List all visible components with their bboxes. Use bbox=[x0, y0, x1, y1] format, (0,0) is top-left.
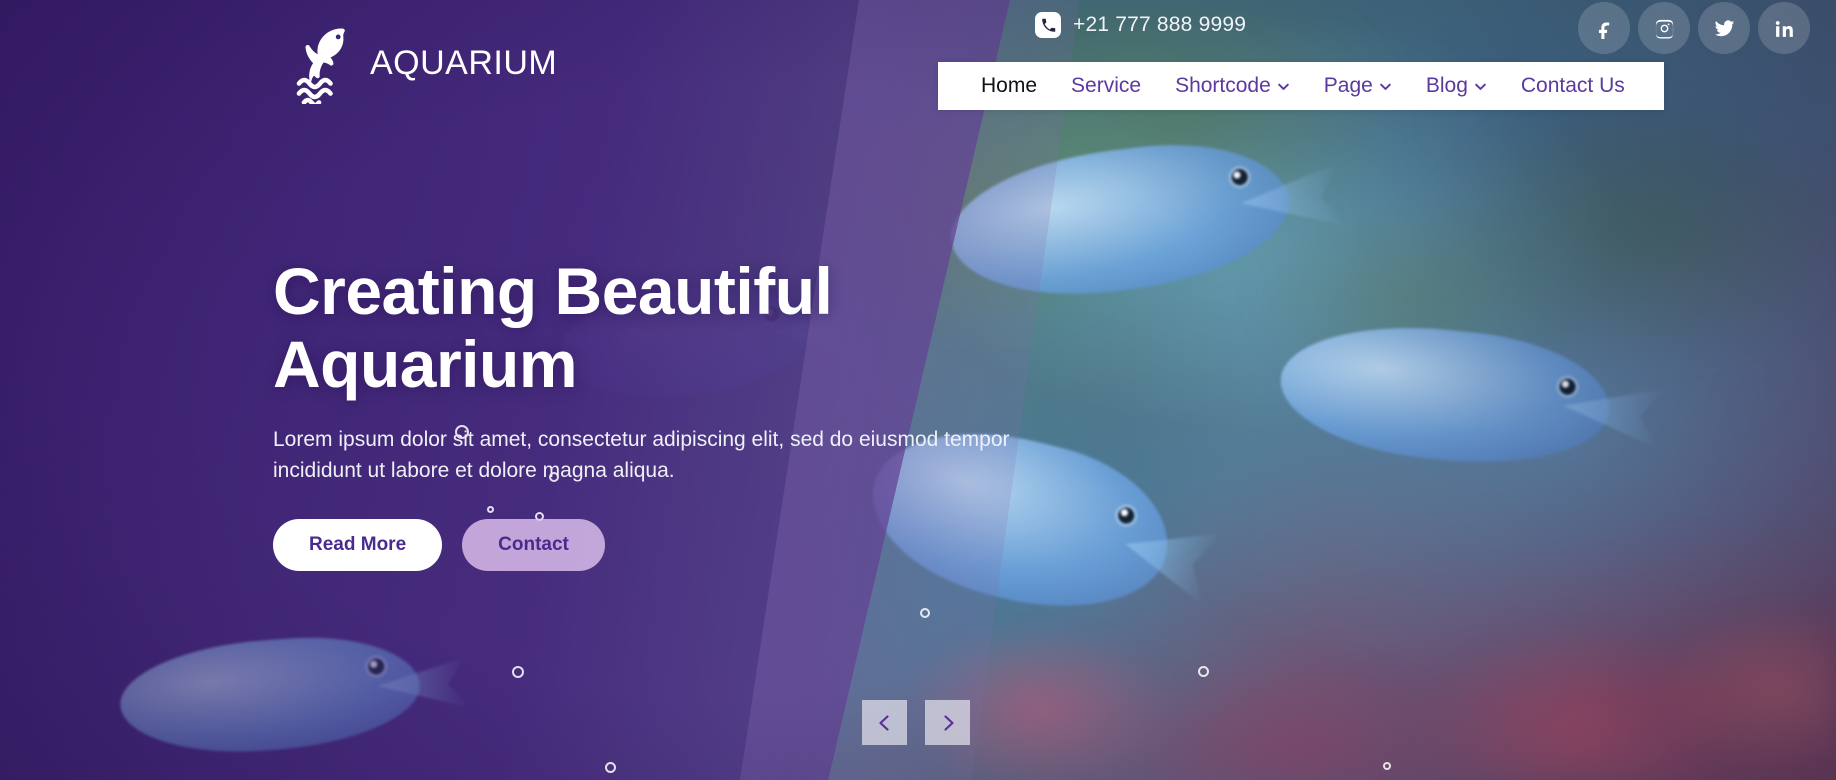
nav-item-home[interactable]: Home bbox=[964, 74, 1054, 98]
hero-title: Creating Beautiful Aquarium bbox=[273, 254, 1113, 402]
slider-controls bbox=[862, 700, 970, 745]
hero-subtitle: Lorem ipsum dolor sit amet, consectetur … bbox=[273, 427, 1010, 483]
contact-button[interactable]: Contact bbox=[462, 519, 605, 572]
hero-content: Creating Beautiful Aquarium Lorem ipsum … bbox=[273, 254, 1113, 572]
instagram-icon[interactable] bbox=[1638, 2, 1690, 54]
nav-item-blog[interactable]: Blog bbox=[1409, 74, 1504, 98]
hero-buttons: Read More Contact bbox=[273, 519, 1113, 572]
nav-item-service[interactable]: Service bbox=[1054, 74, 1158, 98]
bubble-decoration bbox=[605, 762, 616, 773]
main-navigation: Home Service Shortcode Page Blog Contact… bbox=[938, 62, 1664, 110]
chevron-down-icon bbox=[1379, 80, 1392, 93]
facebook-icon[interactable] bbox=[1578, 2, 1630, 54]
nav-label: Contact Us bbox=[1520, 74, 1625, 97]
twitter-icon[interactable] bbox=[1698, 2, 1750, 54]
chevron-down-icon bbox=[1277, 80, 1290, 93]
chevron-left-icon bbox=[876, 714, 894, 732]
linkedin-icon[interactable] bbox=[1758, 2, 1810, 54]
hero-banner: +21 777 888 9999 AQUARIUM Home Service S… bbox=[0, 0, 1836, 780]
phone-contact[interactable]: +21 777 888 9999 bbox=[1035, 12, 1246, 38]
bubble-decoration bbox=[1198, 666, 1209, 677]
dolphin-waves-icon bbox=[292, 22, 362, 104]
phone-icon bbox=[1035, 12, 1061, 38]
nav-label: Service bbox=[1071, 74, 1142, 97]
nav-item-contact-us[interactable]: Contact Us bbox=[1504, 74, 1642, 98]
nav-label: Page bbox=[1323, 74, 1373, 97]
nav-item-shortcode[interactable]: Shortcode bbox=[1158, 74, 1307, 98]
slider-next-button[interactable] bbox=[925, 700, 970, 745]
hero-title-line-1: Creating Beautiful bbox=[273, 254, 833, 328]
nav-label: Shortcode bbox=[1175, 74, 1271, 97]
social-links bbox=[1578, 2, 1810, 54]
bubble-decoration bbox=[512, 666, 524, 678]
read-more-button[interactable]: Read More bbox=[273, 519, 443, 572]
chevron-down-icon bbox=[1474, 80, 1487, 93]
chevron-right-icon bbox=[939, 714, 957, 732]
bubble-decoration bbox=[1383, 762, 1391, 770]
nav-label: Home bbox=[981, 74, 1038, 97]
bubble-decoration bbox=[920, 608, 930, 618]
hero-title-line-2: Aquarium bbox=[273, 327, 578, 402]
brand-name: AQUARIUM bbox=[370, 43, 558, 82]
phone-number: +21 777 888 9999 bbox=[1073, 13, 1247, 36]
nav-label: Blog bbox=[1425, 74, 1468, 97]
top-bar: +21 777 888 9999 bbox=[0, 0, 1836, 58]
nav-item-page[interactable]: Page bbox=[1307, 74, 1409, 98]
site-logo[interactable]: AQUARIUM bbox=[292, 22, 557, 104]
slider-prev-button[interactable] bbox=[862, 700, 907, 745]
